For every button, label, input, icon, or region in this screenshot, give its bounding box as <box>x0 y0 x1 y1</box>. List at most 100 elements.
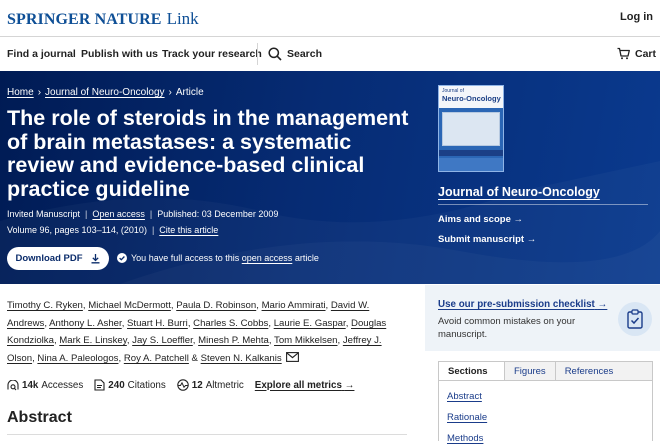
author-link[interactable]: Timothy C. Ryken <box>7 300 83 311</box>
author-link[interactable]: Jay S. Loeffler <box>132 335 193 346</box>
search-icon <box>268 47 282 61</box>
explore-metrics-link[interactable]: Explore all metrics → <box>255 380 355 391</box>
section-link-methods[interactable]: Methods <box>447 433 483 444</box>
cite-article-link[interactable]: Cite this article <box>159 225 218 235</box>
article-hero: Home › Journal of Neuro-Oncology › Article T… <box>0 71 660 284</box>
clipboard-check-icon <box>627 309 643 329</box>
springer-nature-link-logo[interactable]: SPRINGER NATURE Link <box>7 9 199 29</box>
cover-title: Neuro-Oncology <box>442 94 501 103</box>
author-link[interactable]: Anthony L. Asher <box>49 318 122 329</box>
citations-label: Citations <box>127 379 166 391</box>
checklist-description: Avoid common mistakes on your manuscript… <box>438 316 576 340</box>
author-link[interactable]: Mario Ammirati <box>262 300 326 311</box>
accesses-count: 14k <box>22 379 39 391</box>
check-circle-icon <box>117 253 127 263</box>
accesses-metric: 14k Accesses <box>7 379 84 391</box>
citations-count: 240 <box>108 379 125 391</box>
submit-manuscript-link[interactable]: Submit manuscript → <box>438 234 536 245</box>
submit-manuscript-label: Submit manuscript <box>438 234 525 245</box>
chevron-right-icon: › <box>168 87 172 98</box>
journal-panel-divider <box>438 204 648 205</box>
accesses-label: Accesses <box>41 379 84 391</box>
accesses-icon <box>7 379 19 390</box>
abstract-heading: Abstract <box>7 409 72 426</box>
altmetric-score: 12 <box>191 379 203 391</box>
breadcrumb-current: Article <box>175 87 204 98</box>
nav-find-journal[interactable]: Find a journal <box>7 48 76 60</box>
article-meta-line: Invited Manuscript | Open access | Published… <box>7 209 279 219</box>
main-nav: Find a journal Publish with us Track you… <box>0 37 660 71</box>
access-notice: You have full access to this open access… <box>117 253 319 263</box>
cart-button[interactable]: Cart <box>617 47 656 60</box>
author-link[interactable]: Steven N. Kalkanis <box>201 353 282 364</box>
chevron-right-icon: › <box>37 87 42 98</box>
author-link[interactable]: Stuart H. Burri <box>127 318 188 329</box>
citations-icon <box>94 379 105 391</box>
section-link-rationale[interactable]: Rationale <box>447 412 487 423</box>
login-link[interactable]: Log in <box>620 11 653 23</box>
search-label: Search <box>287 48 323 60</box>
arrow-right-icon: → <box>513 214 524 225</box>
cover-strip <box>439 150 503 156</box>
tab-sections[interactable]: Sections <box>439 362 505 380</box>
top-bar: SPRINGER NATURE Link Log in <box>0 0 660 37</box>
author-link[interactable]: Laurie E. Gaspar <box>274 318 346 329</box>
arrow-right-icon: → <box>526 234 537 245</box>
arrow-right-icon: → <box>344 379 355 391</box>
citations-metric: 240 Citations <box>94 379 166 391</box>
download-icon <box>91 254 100 264</box>
tab-figures[interactable]: Figures <box>505 362 556 380</box>
download-pdf-button[interactable]: Download PDF <box>7 247 109 270</box>
aims-scope-link[interactable]: Aims and scope → <box>438 214 523 225</box>
article-nav-tabs: Sections Figures References <box>438 361 653 381</box>
nav-publish[interactable]: Publish with us <box>81 48 158 60</box>
sections-list: Abstract Rationale Methods <box>438 381 653 444</box>
breadcrumb-home[interactable]: Home <box>7 87 34 98</box>
nav-divider <box>257 43 258 65</box>
access-open-access-link[interactable]: open access <box>242 253 293 263</box>
article-volume-line: Volume 96, pages 103–114, (2010) | Cite th… <box>7 225 219 235</box>
presubmission-checklist-link[interactable]: Use our pre-submission checklist → <box>438 299 607 310</box>
access-suffix: article <box>294 253 319 263</box>
author-link[interactable]: Michael McDermott <box>88 300 171 311</box>
cart-label: Cart <box>635 47 657 60</box>
author-link[interactable]: Tom Mikkelsen <box>274 335 337 346</box>
altmetric-label: Altmetric <box>205 379 244 391</box>
author-link[interactable]: Mark E. Linskey <box>59 335 127 346</box>
author-list: Timothy C. Ryken, Michael McDermott, Pau… <box>7 300 387 364</box>
aims-scope-label: Aims and scope <box>438 214 511 225</box>
arrow-right-icon: → <box>597 299 608 310</box>
published-date: Published: 03 December 2009 <box>157 209 279 219</box>
author-link[interactable]: Charles S. Cobbs <box>193 318 268 329</box>
breadcrumb: Home › Journal of Neuro-Oncology › Article <box>7 87 204 98</box>
author-link[interactable]: Paula D. Robinson <box>176 300 256 311</box>
presubmission-checklist-label: Use our pre-submission checklist <box>438 299 595 310</box>
explore-metrics-label: Explore all metrics <box>254 379 342 391</box>
nav-track-research[interactable]: Track your research <box>162 48 262 60</box>
cart-icon <box>617 47 630 60</box>
download-pdf-label: Download PDF <box>15 253 83 264</box>
author-link[interactable]: Roy A. Patchell <box>124 353 189 364</box>
article-title: The role of steroids in the management o… <box>7 106 409 201</box>
checklist-badge <box>618 302 652 336</box>
cover-footer <box>439 158 503 171</box>
section-link-abstract[interactable]: Abstract <box>447 391 482 402</box>
altmetric-metric: 12 Altmetric <box>177 379 244 391</box>
open-access-link[interactable]: Open access <box>92 209 145 219</box>
cover-figure <box>442 112 500 146</box>
access-prefix: You have full access to this <box>131 253 240 263</box>
altmetric-icon <box>177 379 189 391</box>
tab-references[interactable]: References <box>556 362 652 380</box>
article-type: Invited Manuscript <box>7 209 81 219</box>
email-icon[interactable] <box>285 351 299 362</box>
cover-header: Journal of Neuro-Oncology <box>439 86 503 108</box>
author-link[interactable]: Minesh P. Mehta <box>198 335 269 346</box>
journal-cover-image[interactable]: Journal of Neuro-Oncology <box>438 85 504 172</box>
breadcrumb-journal[interactable]: Journal of Neuro-Oncology <box>45 87 165 98</box>
brand-name: SPRINGER NATURE <box>7 11 162 28</box>
journal-name-link[interactable]: Journal of Neuro-Oncology <box>438 185 600 199</box>
search-button[interactable]: Search <box>268 47 322 61</box>
abstract-divider <box>7 434 407 435</box>
article-metrics: 14k Accesses 240 Citations 12 Altmetric Exp… <box>7 379 365 391</box>
author-link[interactable]: Nina A. Paleologos <box>37 353 118 364</box>
